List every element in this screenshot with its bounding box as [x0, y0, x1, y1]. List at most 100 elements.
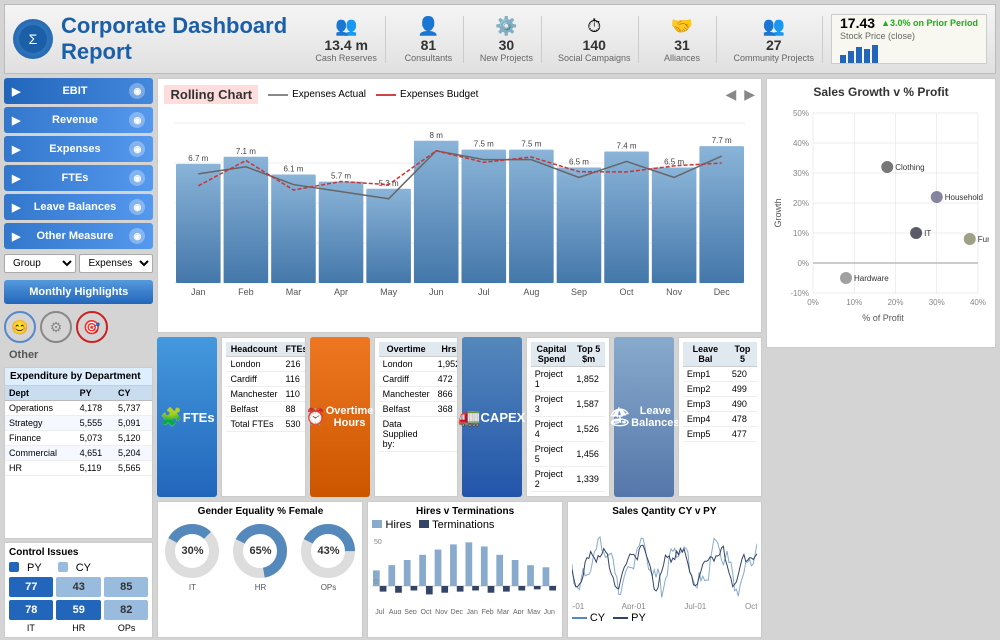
svg-text:May: May — [528, 609, 542, 614]
svg-text:Growth: Growth — [773, 198, 783, 227]
table-row: Project 11,852 — [531, 367, 605, 392]
control-cell: 43 — [56, 577, 101, 597]
group-select[interactable]: Group — [4, 254, 76, 273]
expenses-select[interactable]: Expenses — [79, 254, 153, 273]
monthly-highlights-btn[interactable]: Monthly Highlights — [4, 280, 153, 304]
table-row: Project 31,587 — [531, 392, 605, 417]
svg-text:Apr-01: Apr-01 — [621, 602, 646, 609]
nav-expenses[interactable]: ▶ Expenses ◉ — [4, 136, 153, 162]
svg-text:Nov: Nov — [667, 287, 684, 297]
svg-text:7.7 m: 7.7 m — [712, 136, 732, 145]
prev-arrow-icon[interactable]: ◀ — [725, 86, 736, 103]
donut-row: 30% IT 65% HR — [162, 521, 358, 592]
table-row: Emp2499 — [683, 382, 757, 397]
control-cell: 82 — [104, 600, 149, 620]
title-text: Corporate Dashboard Report — [61, 13, 299, 65]
svg-text:Mar: Mar — [286, 287, 302, 297]
nav-leave-balances[interactable]: ▶ Leave Balances ◉ — [4, 194, 153, 220]
hires-chart: Hires v Terminations Hires Terminations … — [367, 501, 562, 638]
svg-text:5.7 m: 5.7 m — [332, 172, 352, 181]
right-panel: Sales Growth v % Profit 0%10%20%30%40%-1… — [766, 78, 996, 638]
table-row: Strategy5,5555,091 — [5, 416, 152, 431]
sales-growth: Sales Growth v % Profit 0%10%20%30%40%-1… — [766, 78, 996, 348]
kpi-community-projects: 👥 27 Community Projects — [725, 16, 823, 63]
kpi-alliances: 🤝 31 Alliances — [647, 16, 717, 63]
svg-text:Feb: Feb — [239, 287, 255, 297]
sales-qty-chart: Sales Qantity CY v PY Jan-01Apr-01Jul-01… — [567, 501, 762, 638]
svg-text:0: 0 — [374, 579, 378, 586]
table-row: Emp3490 — [683, 397, 757, 412]
svg-text:10%: 10% — [793, 229, 809, 238]
svg-text:Jul: Jul — [479, 287, 491, 297]
svg-text:50: 50 — [374, 539, 382, 546]
control-issues: Control Issues PY CY 774385785982 IT HR … — [4, 542, 153, 638]
svg-text:Sep: Sep — [405, 609, 418, 614]
svg-text:% of Profit: % of Profit — [862, 313, 904, 323]
svg-text:0%: 0% — [807, 298, 819, 307]
svg-text:7.5 m: 7.5 m — [522, 140, 542, 149]
target-icon: 🎯 — [76, 311, 108, 343]
nav-ebit[interactable]: ▶ EBIT ◉ — [4, 78, 153, 104]
header-title: Corporate Dashboard Report — [61, 13, 299, 65]
svg-text:30%: 30% — [793, 169, 809, 178]
svg-text:20%: 20% — [793, 199, 809, 208]
chart-header: Rolling Chart Expenses Actual Expenses B… — [164, 85, 755, 104]
next-arrow-icon[interactable]: ▶ — [744, 86, 755, 103]
table-row: Project 41,526 — [531, 417, 605, 442]
svg-text:Clothing: Clothing — [895, 163, 924, 172]
table-row: Project 51,456 — [531, 442, 605, 467]
leave-table: Leave Bal Top 5 Emp1520Emp2499Emp3490Emp… — [678, 337, 762, 497]
nav-ftes[interactable]: ▶ FTEs ◉ — [4, 165, 153, 191]
table-row: HR5,1195,565 — [5, 461, 152, 476]
kpi-social-campaigns: ⏱ 140 Social Campaigns — [550, 16, 640, 63]
hires-legend: Hires Terminations — [372, 519, 557, 531]
chart-nav-arrows: ◀ ▶ — [725, 86, 755, 103]
capex-widget-label: 🚛 CAPEX — [462, 337, 522, 497]
gear-icon[interactable]: ⚙ — [40, 311, 72, 343]
gender-chart: Gender Equality % Female 30% IT — [157, 501, 363, 638]
nav-other-measure[interactable]: ▶ Other Measure ◉ — [4, 223, 153, 249]
svg-text:Oct-01: Oct-01 — [745, 602, 757, 609]
rolling-chart-title: Rolling Chart — [164, 85, 258, 104]
kpi-consultants: 👤 81 Consultants — [394, 16, 464, 63]
svg-text:Jan: Jan — [467, 609, 478, 614]
svg-text:7.4 m: 7.4 m — [617, 141, 637, 150]
svg-text:Oct: Oct — [421, 609, 432, 614]
table-row: Belfast368 — [379, 402, 458, 417]
donut-it: 30% IT — [162, 521, 222, 592]
dept-table: Expenditure by Department Dept PY CY Ope… — [4, 367, 153, 539]
svg-text:Furniture: Furniture — [978, 235, 989, 244]
leave-widget-label: 🏖 Leave Balances — [614, 337, 674, 497]
table-row: Emp1520 — [683, 367, 757, 382]
svg-text:10%: 10% — [846, 298, 862, 307]
other-label: Other — [4, 346, 153, 364]
table-row: Manchester866 — [379, 387, 458, 402]
svg-text:0%: 0% — [797, 259, 809, 268]
svg-text:Feb: Feb — [482, 609, 494, 614]
py-col-header: PY — [76, 386, 114, 401]
kpi-cash-reserves: 👥 13.4 m Cash Reserves — [307, 16, 386, 63]
main-content: ▶ EBIT ◉ ▶ Revenue ◉ ▶ Expenses ◉ ▶ FTEs… — [4, 78, 996, 638]
svg-text:40%: 40% — [793, 139, 809, 148]
rolling-chart-container: Rolling Chart Expenses Actual Expenses B… — [157, 78, 762, 333]
svg-text:Sep: Sep — [571, 287, 587, 297]
svg-text:-10%: -10% — [790, 289, 809, 298]
header: Σ Corporate Dashboard Report 👥 13.4 m Ca… — [4, 4, 996, 74]
svg-text:Jan-01: Jan-01 — [572, 602, 585, 609]
svg-text:Mar: Mar — [497, 609, 510, 614]
control-cell: 59 — [56, 600, 101, 620]
control-cell: 85 — [104, 577, 149, 597]
svg-text:Dec: Dec — [451, 609, 464, 614]
control-cell: 78 — [9, 600, 53, 620]
smiley-icon: 😊 — [4, 311, 36, 343]
table-row: Commercial4,6515,204 — [5, 446, 152, 461]
hires-chart-area: JulAugSepOctNovDecJanFebMarAprMayJun500 — [372, 534, 557, 614]
svg-text:Oct: Oct — [620, 287, 635, 297]
svg-text:May: May — [381, 287, 399, 297]
svg-text:7.5 m: 7.5 m — [474, 140, 494, 149]
svg-text:Apr: Apr — [335, 287, 349, 297]
table-row: Belfast88 — [226, 402, 305, 417]
nav-revenue[interactable]: ▶ Revenue ◉ — [4, 107, 153, 133]
table-row: Project 21,339 — [531, 467, 605, 492]
svg-text:IT: IT — [924, 229, 931, 238]
